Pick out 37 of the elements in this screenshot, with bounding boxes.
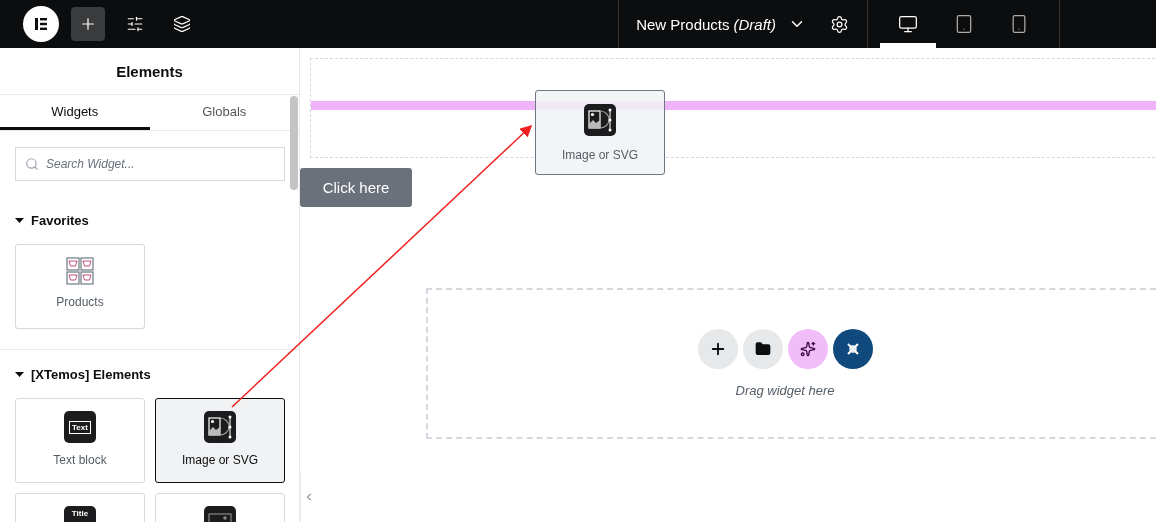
desktop-icon: [897, 14, 918, 34]
add-button[interactable]: [697, 329, 738, 369]
folder-icon: [754, 341, 771, 357]
sparkle-button[interactable]: [787, 329, 828, 369]
sparkle-icon: [799, 341, 816, 357]
scrollbar[interactable]: [290, 96, 298, 190]
folder-button[interactable]: [742, 329, 783, 369]
click-here-button[interactable]: Click here: [300, 168, 412, 207]
image-icon: [204, 411, 236, 443]
widget-card[interactable]: Image or SVG: [155, 398, 285, 483]
caret-icon: [15, 372, 24, 377]
widget-card[interactable]: Text Text block: [15, 398, 145, 483]
panel-tab[interactable]: Widgets: [0, 95, 150, 130]
title-icon: Title: [64, 506, 96, 522]
cart-grid-icon: [66, 257, 94, 285]
dragged-widget: Image or SVG: [535, 90, 665, 175]
settings-icon[interactable]: [830, 14, 849, 34]
text-icon: Text: [64, 411, 96, 443]
widget-card[interactable]: Title: [15, 493, 145, 522]
logo[interactable]: [23, 6, 59, 42]
document-title[interactable]: New Products (Draft): [636, 15, 806, 33]
search-field[interactable]: Search Widget...: [15, 147, 285, 181]
panel-title: Elements: [0, 48, 299, 95]
kit-icon: [844, 341, 861, 357]
panel-tab[interactable]: Globals: [149, 95, 299, 130]
layers-icon: [173, 15, 191, 33]
kit-button[interactable]: [832, 329, 873, 369]
category-header[interactable]: Favorites: [15, 213, 89, 228]
widget-card[interactable]: Products: [15, 244, 145, 329]
category-header[interactable]: [XTemos] Elements: [15, 367, 151, 382]
logo-icon: [33, 16, 49, 32]
sliders-icon: [126, 15, 144, 33]
image-icon: [584, 103, 616, 136]
search-icon: [25, 157, 39, 171]
caret-icon: [15, 218, 24, 223]
add-icon: [79, 15, 97, 33]
drop-hint: Drag widget here: [735, 383, 835, 398]
